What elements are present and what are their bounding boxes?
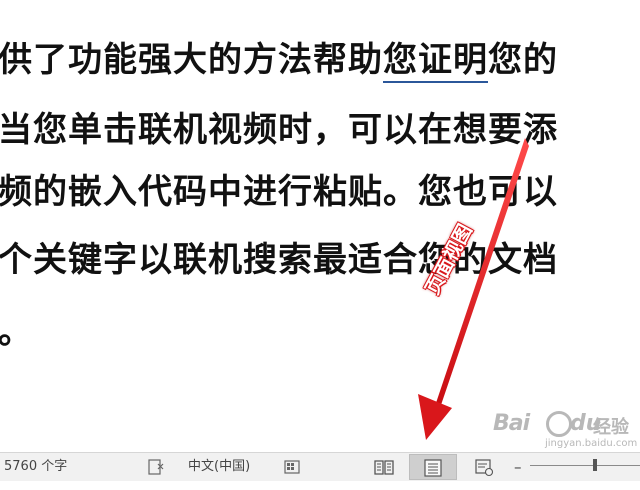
print-layout-icon [424,459,442,477]
web-layout-icon[interactable] [474,457,494,477]
document-canvas[interactable]: 供了功能强大的方法帮助您证明您的 当您单击联机视频时，可以在想要添 频的嵌入代码… [0,0,640,452]
document-line-2: 当您单击联机视频时，可以在想要添 [0,110,558,150]
status-bar: 5760 个字 中文(中国) – [0,452,640,481]
watermark-jingyan: 经验 [593,417,629,438]
zoom-out-button[interactable]: – [514,453,522,481]
proofing-underlined-text[interactable]: 您证明 [383,40,488,83]
proofing-icon[interactable] [146,457,166,477]
word-count[interactable]: 5760 个字 [4,453,67,481]
macro-recording-icon[interactable] [282,457,302,477]
read-mode-icon[interactable] [372,455,396,479]
print-layout-button[interactable] [409,454,457,480]
document-line-3: 频的嵌入代码中进行粘贴。您也可以 [0,172,558,212]
document-line-4: 个关键字以联机搜索最适合您的文档 [0,240,558,280]
document-line-1: 供了功能强大的方法帮助您证明您的 [0,40,558,83]
zoom-slider-thumb[interactable] [593,459,597,471]
line-1-prefix: 供了功能强大的方法帮助 [0,40,383,80]
paw-icon [546,411,572,437]
document-line-5: 。 [0,312,33,352]
watermark-bai: Bai [493,411,530,436]
language-indicator[interactable]: 中文(中国) [188,453,250,481]
zoom-slider-track[interactable] [530,465,640,466]
line-1-suffix: 您的 [488,40,558,80]
baidu-jingyan-watermark: Bai du 经验 jingyan.baidu.com [493,405,637,449]
watermark-url: jingyan.baidu.com [545,438,638,449]
